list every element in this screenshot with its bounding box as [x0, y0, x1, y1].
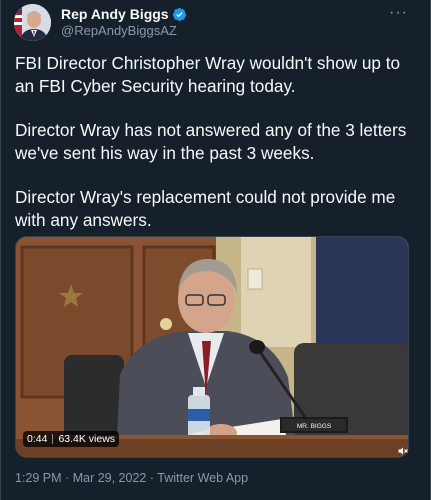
- tweet-time[interactable]: 1:29 PM: [15, 471, 62, 485]
- author-handle[interactable]: @RepAndyBiggsAZ: [61, 23, 177, 38]
- tweet-text: FBI Director Christopher Wray wouldn't s…: [15, 52, 420, 253]
- avatar[interactable]: [14, 4, 51, 41]
- author-name-row[interactable]: Rep Andy Biggs: [61, 6, 187, 22]
- video-player[interactable]: MR. BIGGS: [15, 236, 409, 458]
- tweet-source[interactable]: Twitter Web App: [157, 471, 248, 485]
- video-frame: MR. BIGGS: [16, 237, 408, 457]
- tweet-card: Rep Andy Biggs @RepAndyBiggsAZ ··· FBI D…: [0, 0, 431, 500]
- video-views: 63.4K views: [58, 433, 116, 445]
- more-options-icon[interactable]: ···: [389, 4, 408, 22]
- tweet-date[interactable]: Mar 29, 2022: [73, 471, 147, 485]
- divider: [52, 434, 54, 444]
- tweet-paragraph-2: Director Wray has not answered any of th…: [15, 120, 407, 163]
- mute-speaker-icon[interactable]: [397, 445, 409, 457]
- tweet-timestamp: 1:29 PM · Mar 29, 2022 · Twitter Web App: [15, 471, 248, 485]
- tweet-paragraph-3: Director Wray's replacement could not pr…: [15, 187, 396, 230]
- verified-badge-icon: [172, 7, 186, 21]
- tweet-paragraph-1: FBI Director Christopher Wray wouldn't s…: [15, 53, 401, 96]
- separator-dot: ·: [149, 471, 155, 485]
- nameplate-text: MR. BIGGS: [297, 423, 332, 430]
- video-duration: 0:44: [27, 433, 48, 445]
- separator-dot: ·: [65, 471, 70, 485]
- video-stats-badge: 0:44 63.4K views: [23, 431, 120, 447]
- author-display-name[interactable]: Rep Andy Biggs: [61, 6, 169, 22]
- avatar-image: [14, 4, 51, 41]
